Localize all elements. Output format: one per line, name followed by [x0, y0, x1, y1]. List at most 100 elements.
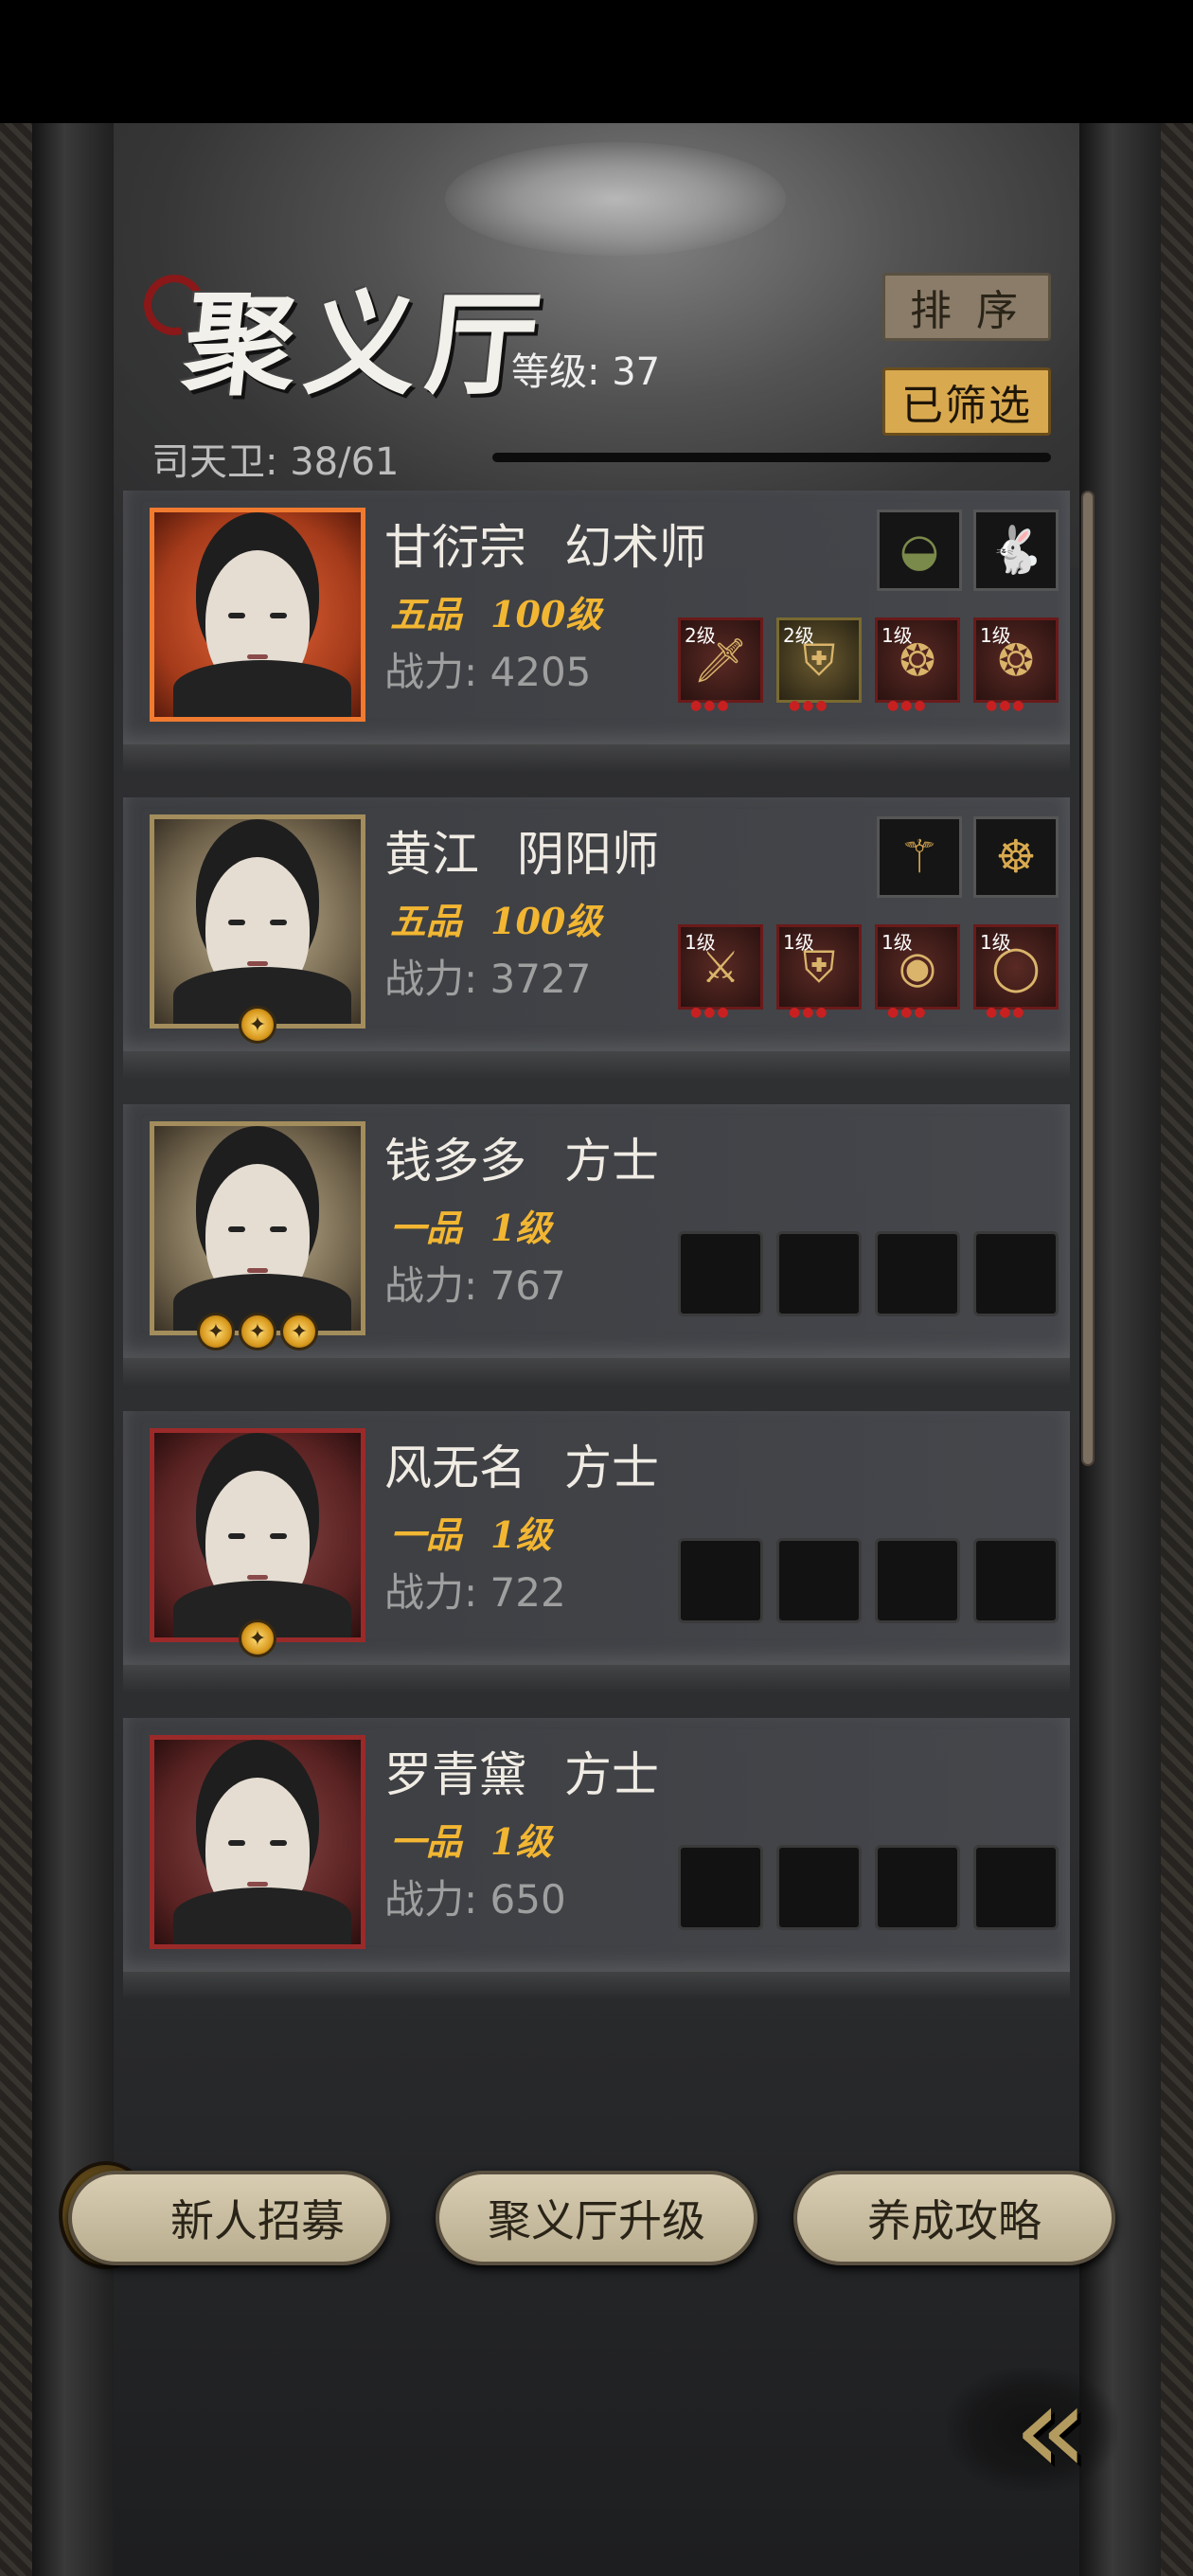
skill-slot[interactable]: ⚚ [877, 816, 962, 898]
training-guide-button[interactable]: 养成攻略 [793, 2171, 1115, 2265]
character-name-line: 甘衍宗 幻术师 [384, 510, 706, 578]
portrait-body [173, 660, 351, 717]
star-icon: ✦ [197, 1313, 235, 1351]
character-name-line: 风无名 方士 [384, 1430, 659, 1498]
star-rating: ✦ [182, 1619, 333, 1667]
character-rank: 一品 [390, 1820, 463, 1863]
empty-equipment-slot[interactable] [678, 1231, 763, 1316]
character-level: 100级 [490, 900, 602, 942]
equipment-level: 1级 [685, 931, 716, 954]
character-level: 100级 [490, 593, 602, 635]
hall-level: 等级: 37 [511, 350, 661, 394]
list-scrollbar[interactable] [1081, 491, 1095, 1466]
character-power: 战力: 650 [384, 1876, 566, 1923]
skill-slot[interactable]: 🐇 [973, 510, 1059, 591]
gem-sockets: ●●● [789, 698, 829, 713]
sort-button[interactable]: 排 序 [882, 273, 1051, 341]
character-portrait[interactable] [150, 1428, 365, 1642]
character-portrait[interactable] [150, 508, 365, 722]
equipment-slot[interactable]: 2级 ⛨ ●●● [776, 617, 862, 713]
character-rank-line: 一品 1级 [390, 1813, 551, 1865]
filter-button[interactable]: 已筛选 [882, 367, 1051, 436]
star-rating: ✦ ✦ ✦ [182, 1313, 333, 1360]
empty-equipment-slot[interactable] [875, 1845, 960, 1930]
character-portrait[interactable] [150, 1735, 365, 1949]
character-card[interactable]: 甘衍宗 幻术师 五品 100级 战力: 4205 ◒ 🐇 2级 🗡 ●●● 2级 ⛨ ●●● 1级 ❂ ●●●… [123, 491, 1070, 773]
hall-upgrade-button[interactable]: 聚义厅升级 [436, 2171, 757, 2265]
equipment-level: 1级 [783, 931, 814, 954]
golden-buddha-icon: ☸ [995, 831, 1037, 884]
character-name: 黄江 [384, 827, 479, 882]
character-rank: 一品 [390, 1513, 463, 1556]
star-rating: ✦ [182, 1006, 333, 1053]
character-rank-line: 五品 100级 [390, 585, 601, 637]
character-class: 阴阳师 [517, 827, 659, 882]
back-arrow-icon[interactable]: « [947, 2357, 1117, 2501]
left-border-pattern [0, 123, 32, 2576]
character-name-line: 罗青黛 方士 [384, 1737, 659, 1805]
character-portrait[interactable] [150, 814, 365, 1029]
portrait-body [173, 1887, 351, 1944]
character-power: 战力: 4205 [384, 649, 592, 695]
character-class: 方士 [564, 1747, 659, 1802]
character-level: 1级 [490, 1207, 552, 1249]
character-name: 风无名 [384, 1440, 526, 1495]
character-card[interactable]: ✦ ✦ ✦ 钱多多 方士 一品 1级 战力: 767 [123, 1104, 1070, 1386]
empty-equipment-slot[interactable] [875, 1231, 960, 1316]
character-card[interactable]: ✦ 风无名 方士一品 1级战力: 722 [123, 1411, 1070, 1693]
character-card[interactable]: 罗青黛 方士 一品 1级 战力: 650 [123, 1718, 1070, 2000]
golden-staff-icon: ⚚ [899, 831, 940, 884]
equipment-level: 2级 [783, 624, 814, 647]
empty-equipment-slot[interactable] [973, 1538, 1059, 1623]
gem-sockets: ●●● [887, 1005, 928, 1020]
right-border-pattern [1161, 123, 1193, 2576]
star-icon: ✦ [239, 1006, 276, 1044]
equipment-slot[interactable]: 1级 ❂ ●●● [973, 617, 1059, 713]
empty-equipment-slot[interactable] [776, 1231, 862, 1316]
character-power: 战力: 722 [384, 1569, 566, 1616]
character-list[interactable]: 甘衍宗 幻术师 五品 100级 战力: 4205 ◒ 🐇 2级 🗡 ●●● 2级 ⛨ ●●● 1级 ❂ ●●●… [123, 491, 1070, 2034]
equipment-slot[interactable]: 1级 ⛨ ●●● [776, 924, 862, 1020]
equipment-slot[interactable]: 1级 ⚔ ●●● [678, 924, 763, 1020]
character-rank-line: 一品 1级 [390, 1199, 551, 1251]
gem-sockets: ●●● [690, 1005, 731, 1020]
recruit-button[interactable]: 新人招募 [68, 2171, 390, 2265]
empty-equipment-slot[interactable] [973, 1231, 1059, 1316]
empty-equipment-slot[interactable] [776, 1538, 862, 1623]
equipment-level: 2级 [685, 624, 716, 647]
gem-sockets: ●●● [986, 1005, 1026, 1020]
character-name: 钱多多 [384, 1134, 526, 1189]
empty-equipment-slot[interactable] [875, 1538, 960, 1623]
empty-equipment-slot[interactable] [973, 1845, 1059, 1930]
crane-illustration [445, 142, 786, 256]
green-bowl-icon: ◒ [899, 524, 939, 577]
empty-equipment-slot[interactable] [678, 1538, 763, 1623]
empty-equipment-slot[interactable] [678, 1845, 763, 1930]
gem-sockets: ●●● [690, 698, 731, 713]
equipment-slot[interactable]: 1级 ◯ ●●● [973, 924, 1059, 1020]
gem-sockets: ●●● [986, 698, 1026, 713]
equipment-level: 1级 [881, 931, 913, 954]
skill-slot[interactable]: ◒ [877, 510, 962, 591]
star-icon: ✦ [280, 1313, 318, 1351]
character-portrait[interactable] [150, 1121, 365, 1335]
star-icon: ✦ [239, 1619, 276, 1657]
character-level: 1级 [490, 1513, 552, 1556]
skill-slot[interactable]: ☸ [973, 816, 1059, 898]
equipment-slot[interactable]: 1级 ◉ ●●● [875, 924, 960, 1020]
equipment-slot[interactable]: 2级 🗡 ●●● [678, 617, 763, 713]
star-icon: ✦ [239, 1313, 276, 1351]
character-name: 罗青黛 [384, 1747, 526, 1802]
equipment-slot[interactable]: 1级 ❂ ●●● [875, 617, 960, 713]
empty-equipment-slot[interactable] [776, 1845, 862, 1930]
character-card[interactable]: ✦ 黄江 阴阳师五品 100级战力: 3727 ⚚ ☸ 1级 ⚔ ●●● 1级 ⛨ ●●● 1级 ◉ ●●●… [123, 797, 1070, 1080]
character-name: 甘衍宗 [384, 520, 526, 575]
character-power: 战力: 3727 [384, 956, 592, 1002]
character-rank-line: 五品 100级 [390, 892, 601, 944]
page-title: 聚义厅 [177, 278, 556, 410]
status-bar [0, 0, 1193, 123]
equipment-level: 1级 [980, 931, 1011, 954]
character-name-line: 钱多多 方士 [384, 1123, 659, 1191]
rabbit-icon: 🐇 [988, 524, 1044, 577]
character-rank: 五品 [390, 900, 463, 942]
